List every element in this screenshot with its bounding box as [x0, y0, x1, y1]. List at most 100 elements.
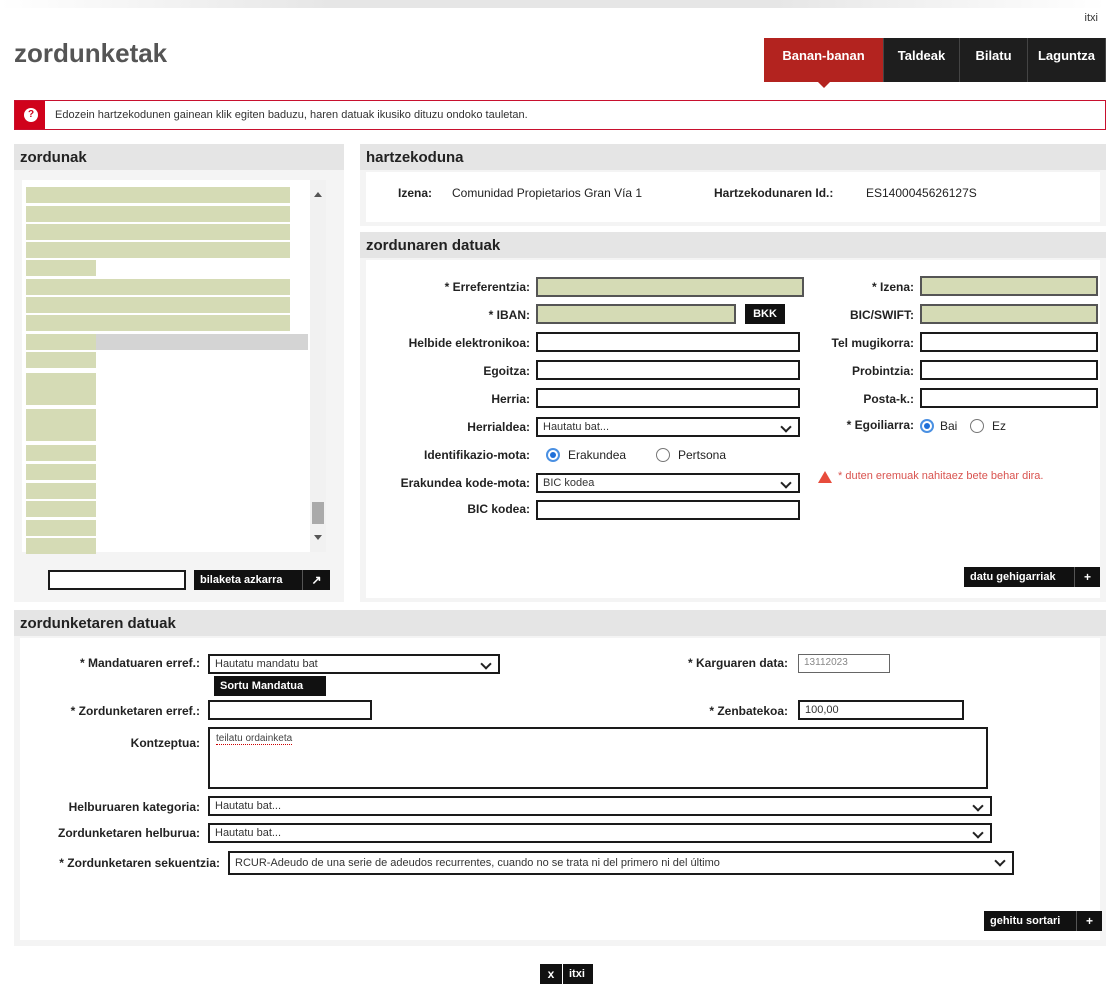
list-item[interactable]	[26, 334, 96, 350]
kode-mota-select[interactable]: BIC kodea	[536, 473, 800, 493]
karguaren-data-input[interactable]: 13112023	[798, 654, 890, 673]
quick-search-input[interactable]	[48, 570, 186, 590]
quick-search-button[interactable]: bilaketa azkarra	[194, 570, 302, 590]
ez-radio[interactable]	[970, 419, 984, 433]
list-item[interactable]	[26, 501, 96, 517]
mandatu-select[interactable]: Hautatu mandatu bat	[208, 654, 500, 674]
close-button[interactable]: itxi	[563, 964, 593, 984]
posta-input[interactable]	[920, 388, 1098, 408]
top-gradient-line	[0, 0, 1106, 8]
iban-input[interactable]	[536, 304, 736, 324]
tab-taldeak[interactable]: Taldeak	[884, 38, 960, 82]
add-to-batch-button[interactable]: gehitu sortari	[984, 911, 1076, 931]
bic-kodea-input[interactable]	[536, 500, 800, 520]
plus-icon[interactable]: +	[1076, 911, 1102, 931]
bkk-button[interactable]: BKK	[745, 304, 785, 324]
bai-radio-label: Bai	[940, 419, 958, 433]
egoitza-label: Egoitza:	[483, 364, 530, 378]
egoitza-input[interactable]	[536, 360, 800, 380]
creditor-id-value: ES1400045626127S	[866, 186, 977, 200]
kode-mota-label: Erakundea kode-mota:	[400, 476, 530, 490]
external-link-icon[interactable]: ↗	[302, 570, 330, 590]
scroll-up-icon[interactable]	[314, 192, 322, 197]
kategoria-select[interactable]: Hautatu bat...	[208, 796, 992, 816]
add-more-icon[interactable]: +	[1074, 567, 1100, 587]
list-item[interactable]	[26, 352, 96, 368]
zordunketaren-title: zordunketaren datuak	[14, 610, 1106, 636]
pertsona-radio-label: Pertsona	[678, 448, 727, 462]
list-item[interactable]	[26, 297, 290, 313]
email-label: Helbide elektronikoa:	[408, 336, 530, 350]
scroll-down-icon[interactable]	[314, 535, 322, 540]
list-item[interactable]	[26, 315, 290, 331]
bic-swift-input[interactable]	[920, 304, 1098, 324]
helburua-select[interactable]: Hautatu bat...	[208, 823, 992, 843]
close-icon[interactable]: x	[540, 964, 562, 984]
probintzia-label: Probintzia:	[852, 364, 914, 378]
herrialdea-select[interactable]: Hautatu bat...	[536, 417, 800, 437]
list-item[interactable]	[26, 242, 290, 258]
list-item[interactable]	[26, 260, 96, 276]
zenbatekoa-label: * Zenbatekoa:	[709, 704, 788, 718]
list-item[interactable]	[26, 206, 290, 222]
list-item[interactable]	[26, 483, 96, 499]
zordunak-title: zordunak	[14, 144, 344, 170]
zenbatekoa-input[interactable]: 100,00	[798, 700, 964, 720]
erreferentzia-input[interactable]	[536, 277, 804, 297]
email-input[interactable]	[536, 332, 800, 352]
hartzekoduna-title: hartzekoduna	[360, 144, 1106, 170]
page-title: zordunketak	[14, 38, 168, 68]
list-item[interactable]	[26, 373, 96, 405]
close-link-top[interactable]: itxi	[1085, 12, 1098, 24]
list-item[interactable]	[26, 187, 290, 203]
probintzia-input[interactable]	[920, 360, 1098, 380]
warning-icon	[818, 471, 832, 483]
list-item[interactable]	[26, 520, 96, 536]
erakundea-radio[interactable]	[546, 448, 560, 462]
erreferentzia-label: * Erreferentzia:	[444, 280, 530, 294]
mandatu-label: * Mandatuaren erref.:	[79, 656, 200, 670]
kontzeptua-textarea[interactable]: teilatu ordainketa	[208, 727, 988, 789]
tel-label: Tel mugikorra:	[831, 336, 914, 350]
kontzeptua-text: teilatu ordainketa	[216, 733, 293, 745]
creditor-id-label: Hartzekodunaren Id.:	[714, 186, 834, 200]
list-scrollbar[interactable]	[310, 180, 326, 552]
bic-kodea-label: BIC kodea:	[467, 502, 530, 516]
izena-input[interactable]	[920, 276, 1098, 296]
herrialdea-label: Herrialdea:	[467, 420, 530, 434]
izena-label: * Izena:	[871, 280, 914, 294]
zordunketaren-erref-input[interactable]	[208, 700, 372, 720]
create-mandate-button[interactable]: Sortu Mandatua	[214, 676, 326, 696]
tab-bilatu[interactable]: Bilatu	[960, 38, 1028, 82]
alert-text: Edozein hartzekodunen gainean klik egite…	[55, 109, 528, 121]
list-item-selected[interactable]	[96, 334, 308, 350]
list-item[interactable]	[26, 538, 96, 554]
helburua-label: Zordunketaren helburua:	[57, 826, 200, 840]
zordunaren-title: zordunaren datuak	[360, 232, 1106, 258]
creditor-name-value: Comunidad Propietarios Gran Vía 1	[452, 186, 643, 200]
karguaren-data-label: * Karguaren data:	[687, 656, 788, 670]
bai-radio[interactable]	[920, 419, 934, 433]
list-item[interactable]	[26, 279, 290, 295]
sekuentzia-select[interactable]: RCUR-Adeudo de una serie de adeudos recu…	[228, 851, 1014, 875]
list-item[interactable]	[26, 445, 96, 461]
active-tab-arrow	[816, 80, 832, 88]
creditor-name-label: Izena:	[398, 186, 433, 200]
zordunketaren-body	[20, 638, 1100, 940]
iban-label: * IBAN:	[488, 308, 530, 322]
pertsona-radio[interactable]	[656, 448, 670, 462]
ez-radio-label: Ez	[992, 419, 1007, 433]
bic-swift-label: BIC/SWIFT:	[850, 308, 914, 322]
required-note: * duten eremuak nahitaez bete behar dira…	[838, 470, 1044, 482]
list-item[interactable]	[26, 409, 96, 441]
scroll-thumb[interactable]	[312, 502, 324, 524]
list-item[interactable]	[26, 464, 96, 480]
identifikazio-label: Identifikazio-mota:	[423, 448, 530, 462]
herria-input[interactable]	[536, 388, 800, 408]
posta-label: Posta-k.:	[863, 392, 914, 406]
additional-data-button[interactable]: datu gehigarriak	[964, 567, 1074, 587]
tab-banan-banan[interactable]: Banan-banan	[764, 38, 884, 82]
tel-input[interactable]	[920, 332, 1098, 352]
list-item[interactable]	[26, 224, 290, 240]
tab-laguntza[interactable]: Laguntza	[1028, 38, 1106, 82]
